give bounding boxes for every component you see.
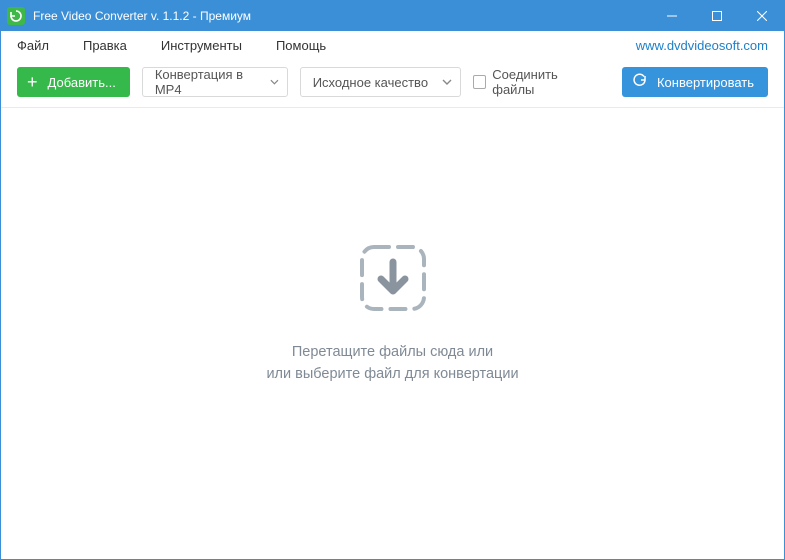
window-title: Free Video Converter v. 1.1.2 - Премиум: [33, 9, 649, 23]
window-controls: [649, 1, 784, 31]
drop-text-line1: Перетащите файлы сюда или: [292, 344, 493, 360]
titlebar: Free Video Converter v. 1.1.2 - Премиум: [1, 1, 784, 31]
minimize-icon: [667, 11, 677, 21]
drop-text-line2: или выберите файл для конвертации: [266, 366, 518, 382]
minimize-button[interactable]: [649, 1, 694, 31]
menubar: Файл Правка Инструменты Помощь www.dvdvi…: [1, 31, 784, 59]
menu-tools[interactable]: Инструменты: [161, 38, 254, 53]
maximize-icon: [712, 11, 722, 21]
app-icon: [7, 7, 25, 25]
maximize-button[interactable]: [694, 1, 739, 31]
menu-help[interactable]: Помощь: [276, 38, 338, 53]
download-arrow-icon: [354, 239, 432, 320]
close-icon: [757, 11, 767, 21]
site-link[interactable]: www.dvdvideosoft.com: [636, 38, 768, 53]
close-button[interactable]: [739, 1, 784, 31]
menu-file[interactable]: Файл: [17, 38, 61, 53]
menu-edit[interactable]: Правка: [83, 38, 139, 53]
drop-zone[interactable]: Перетащите файлы сюда или или выберите ф…: [1, 67, 784, 559]
